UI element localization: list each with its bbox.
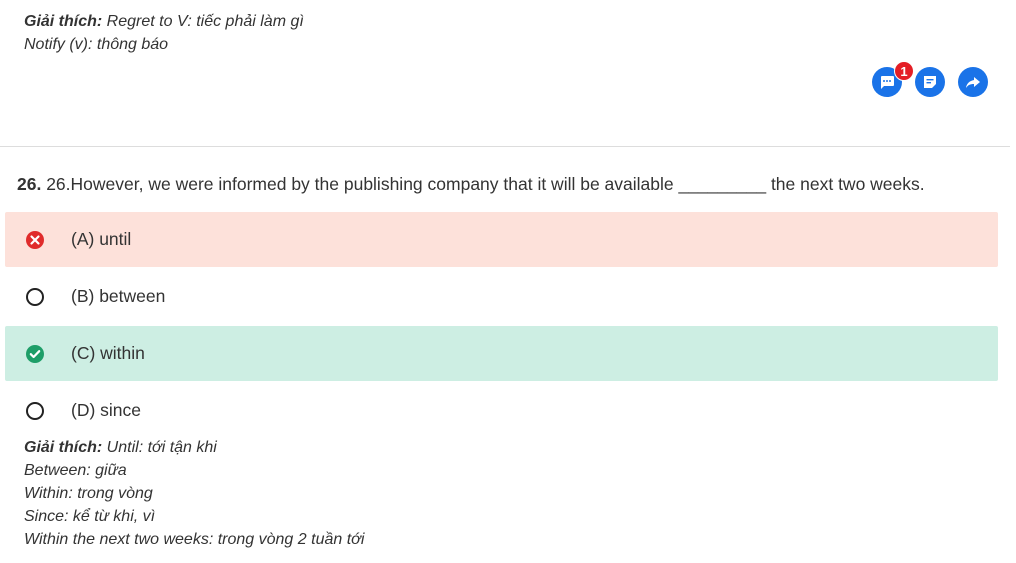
radio-empty-icon[interactable] xyxy=(25,401,45,421)
option-d-label: (D) since xyxy=(71,400,142,420)
share-button[interactable] xyxy=(958,67,988,97)
previous-explanation: Giải thích: Regret to V: tiếc phải làm g… xyxy=(24,10,304,56)
option-b[interactable]: (B) between xyxy=(5,269,998,324)
question-text: 26.However, we were informed by the publ… xyxy=(46,174,925,194)
question-number: 26. xyxy=(17,174,42,194)
previous-explanation-line-1: Giải thích: Regret to V: tiếc phải làm g… xyxy=(24,10,304,33)
option-a-label: (A) until xyxy=(71,229,132,249)
explanation-line-1: Giải thích: Until: tới tận khi xyxy=(24,436,364,459)
section-divider xyxy=(0,146,1010,147)
previous-explanation-heading: Giải thích: xyxy=(24,13,103,30)
comment-count-badge: 1 xyxy=(894,61,914,81)
radio-empty-icon[interactable] xyxy=(25,287,45,307)
explanation-line-5: Within the next two weeks: trong vòng 2 … xyxy=(24,531,365,548)
explanation-text: Until: tới tận khi xyxy=(102,439,217,456)
check-icon xyxy=(26,344,44,363)
option-b-label: (B) between xyxy=(71,286,166,306)
option-a[interactable]: (A) until xyxy=(5,212,998,267)
comment-button[interactable]: 1 xyxy=(872,61,914,97)
wrong-icon xyxy=(26,230,44,249)
answer-explanation: Giải thích: Until: tới tận khi Between: … xyxy=(24,436,364,551)
note-icon xyxy=(924,76,936,88)
explanation-line-3: Within: trong vòng xyxy=(24,485,153,502)
share-icon xyxy=(966,77,980,88)
action-buttons: 1 xyxy=(872,61,988,97)
previous-explanation-line-2: Notify (v): thông báo xyxy=(24,36,169,53)
note-button[interactable] xyxy=(915,67,945,97)
comment-icon xyxy=(881,76,894,89)
explanation-line-2: Between: giữa xyxy=(24,462,127,479)
question: 26. 26.However, we were informed by the … xyxy=(17,172,1007,196)
previous-explanation-text: Regret to V: tiếc phải làm gì xyxy=(102,13,304,30)
explanation-heading: Giải thích: xyxy=(24,439,103,456)
option-d[interactable]: (D) since xyxy=(5,383,998,438)
explanation-line-4: Since: kể từ khi, vì xyxy=(24,508,156,525)
option-c[interactable]: (C) within xyxy=(5,326,998,381)
option-c-label: (C) within xyxy=(71,343,145,363)
